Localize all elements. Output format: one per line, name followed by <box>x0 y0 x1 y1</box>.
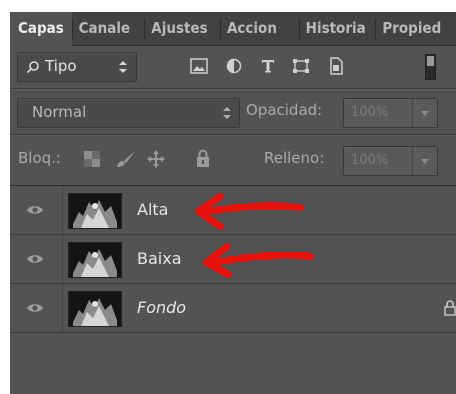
layer-thumbnail-image <box>69 292 121 326</box>
image-filter-icon[interactable] <box>190 58 208 74</box>
layer-lock-icon <box>444 300 456 316</box>
opacity-arrow-button[interactable] <box>412 99 437 127</box>
opacity-label: Opacidad: <box>246 101 323 119</box>
layer-name[interactable]: Baixa <box>137 249 182 268</box>
layers-panel: Capas Canale Ajustes Accion Historia Pro… <box>10 12 456 394</box>
fill-field[interactable]: 100% <box>343 146 438 176</box>
opacity-field[interactable]: 100% <box>343 98 438 128</box>
lock-label: Bloq.: <box>18 149 61 167</box>
visibility-toggle[interactable] <box>10 235 63 283</box>
separator <box>10 89 456 90</box>
opacity-value: 100% <box>351 105 389 120</box>
layer-row[interactable]: Alta <box>10 186 456 235</box>
lock-all-icon[interactable] <box>196 149 210 167</box>
lock-pixels-brush-icon[interactable] <box>116 150 136 168</box>
layer-row[interactable]: Fondo <box>10 284 456 333</box>
fill-label: Relleno: <box>264 149 325 167</box>
tab-canales[interactable]: Canale <box>73 12 145 45</box>
eye-icon <box>27 255 43 263</box>
lock-position-move-icon[interactable] <box>147 150 165 168</box>
layer-thumbnail <box>68 193 122 229</box>
layer-thumbnail-image <box>69 194 121 228</box>
chevron-down-icon <box>421 159 429 164</box>
filter-kind-dropdown[interactable]: Tipo <box>17 52 137 82</box>
lock-transparency-icon[interactable] <box>84 151 100 167</box>
filter-kind-label: Tipo <box>45 57 77 75</box>
layer-name[interactable]: Fondo <box>137 298 186 317</box>
fill-value: 100% <box>351 153 389 168</box>
filter-toggle-knob <box>427 56 434 66</box>
eye-icon <box>27 304 43 312</box>
filter-toggle-switch[interactable] <box>425 54 436 80</box>
layer-name[interactable]: Alta <box>137 200 168 219</box>
visibility-toggle[interactable] <box>10 284 63 332</box>
smart-object-filter-icon[interactable] <box>328 57 344 75</box>
layer-row[interactable]: Baixa <box>10 235 456 284</box>
tab-capas[interactable]: Capas <box>10 12 72 46</box>
blend-mode-value: Normal <box>32 103 87 121</box>
separator <box>10 135 456 136</box>
shape-filter-icon[interactable] <box>292 58 310 74</box>
updown-arrows-icon <box>119 61 127 73</box>
updown-arrows-icon <box>223 107 231 119</box>
eye-icon <box>27 206 43 214</box>
layer-thumbnail <box>68 242 122 278</box>
visibility-toggle[interactable] <box>10 186 63 234</box>
adjustment-filter-icon[interactable] <box>226 58 242 74</box>
fill-arrow-button[interactable] <box>412 147 437 175</box>
layer-thumbnail <box>68 291 122 327</box>
search-icon <box>26 61 39 74</box>
tab-ajustes[interactable]: Ajustes <box>145 12 220 45</box>
tab-acciones[interactable]: Accion <box>221 12 299 45</box>
blend-mode-dropdown[interactable]: Normal <box>17 98 240 128</box>
tab-propiedades[interactable]: Propied <box>376 12 456 45</box>
chevron-down-icon <box>421 111 429 116</box>
tab-historia[interactable]: Historia <box>300 12 376 45</box>
panel-tab-bar: Capas Canale Ajustes Accion Historia Pro… <box>10 12 456 46</box>
layer-thumbnail-image <box>69 243 121 277</box>
text-filter-icon[interactable] <box>260 58 276 74</box>
